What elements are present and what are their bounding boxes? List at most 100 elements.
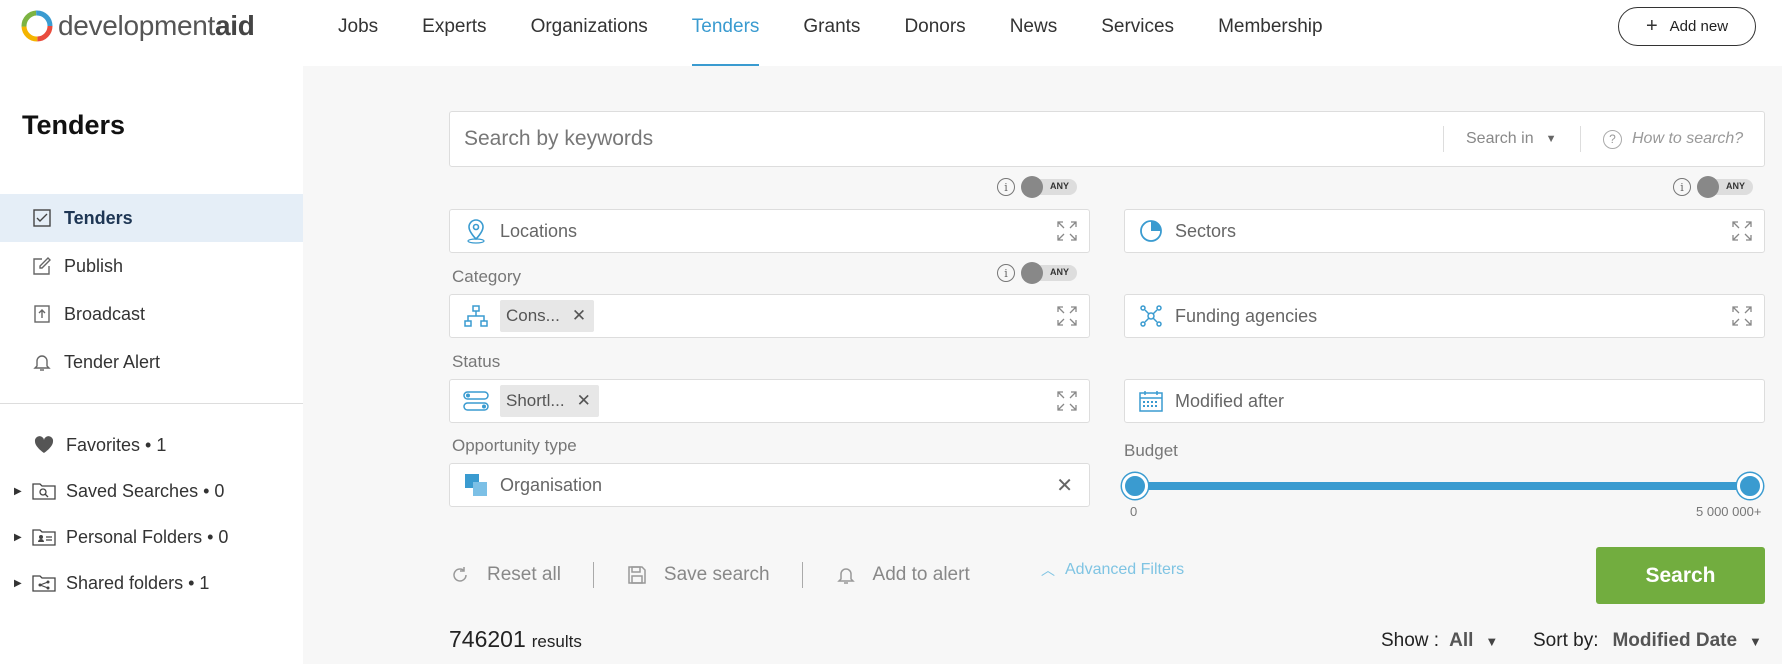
- advanced-filters-label: Advanced Filters: [1065, 561, 1185, 578]
- budget-label: Budget: [1124, 441, 1178, 460]
- show-label: Show :: [1381, 630, 1440, 651]
- nav-item-experts[interactable]: Experts: [400, 0, 508, 66]
- checklist-icon: [32, 208, 52, 228]
- bell-icon: [835, 564, 857, 586]
- budget-slider-min-handle[interactable]: [1122, 473, 1148, 499]
- expand-icon[interactable]: [1732, 221, 1752, 241]
- locations-any-toggle[interactable]: ANY: [1021, 176, 1077, 198]
- add-to-alert-button[interactable]: Add to alert: [835, 564, 970, 586]
- reset-all-button[interactable]: Reset all: [449, 564, 561, 586]
- expand-triangle-icon[interactable]: ▶: [14, 486, 22, 497]
- advanced-filters-toggle[interactable]: ︿ Advanced Filters: [1041, 560, 1184, 580]
- logo[interactable]: developmentaid: [20, 8, 255, 44]
- info-icon[interactable]: i: [997, 264, 1015, 282]
- calendar-icon: [1137, 387, 1165, 415]
- sidebar-item-publish[interactable]: Publish: [0, 242, 303, 290]
- nav-item-donors[interactable]: Donors: [882, 0, 987, 66]
- funding-agencies-field[interactable]: Funding agencies: [1124, 294, 1765, 338]
- category-label: Category: [452, 267, 521, 286]
- sidebar-item-broadcast[interactable]: Broadcast: [0, 290, 303, 338]
- share-folder-icon: [32, 574, 56, 592]
- status-label: Status: [452, 352, 501, 371]
- locations-field[interactable]: Locations: [449, 209, 1090, 253]
- sidebar-item-label: Broadcast: [64, 303, 146, 324]
- info-icon[interactable]: i: [1673, 178, 1691, 196]
- keyword-search-input[interactable]: [464, 112, 1434, 166]
- add-new-label: Add new: [1669, 18, 1729, 35]
- sidebar-item-tenders[interactable]: Tenders: [0, 194, 303, 242]
- opportunity-type-field[interactable]: Organisation ✕: [449, 463, 1090, 507]
- modified-after-placeholder: Modified after: [1175, 390, 1285, 411]
- save-search-button[interactable]: Save search: [626, 564, 770, 586]
- search-in-dropdown[interactable]: Search in ▼: [1443, 126, 1556, 152]
- budget-slider-max-handle[interactable]: [1737, 473, 1763, 499]
- expand-icon[interactable]: [1732, 306, 1752, 326]
- nav-item-services[interactable]: Services: [1079, 0, 1196, 66]
- search-button[interactable]: Search: [1596, 547, 1765, 604]
- sectors-field[interactable]: Sectors: [1124, 209, 1765, 253]
- expand-triangle-icon[interactable]: ▶: [14, 578, 22, 589]
- folder-item-label: Shared folders • 1: [66, 572, 210, 593]
- status-toggle-icon: [462, 387, 490, 415]
- funding-agencies-placeholder: Funding agencies: [1175, 305, 1318, 326]
- network-icon: [1137, 302, 1165, 330]
- folder-item-label: Favorites • 1: [66, 434, 167, 455]
- category-field[interactable]: Cons... ✕: [449, 294, 1090, 338]
- how-to-search-link[interactable]: ? How to search?: [1580, 126, 1743, 152]
- hierarchy-icon: [462, 302, 490, 330]
- nav-item-jobs[interactable]: Jobs: [316, 0, 400, 66]
- expand-triangle-icon[interactable]: ▶: [14, 532, 22, 543]
- edit-icon: [32, 256, 52, 276]
- heart-icon: [32, 436, 56, 454]
- caret-down-icon: ▼: [1545, 133, 1557, 145]
- location-pin-icon: [462, 217, 490, 245]
- category-any-toggle[interactable]: ANY: [1021, 262, 1077, 284]
- sectors-any-toggle[interactable]: ANY: [1697, 176, 1753, 198]
- toggle-label: ANY: [1725, 181, 1745, 191]
- sidebar-item-label: Tender Alert: [64, 351, 161, 372]
- modified-after-field[interactable]: Modified after: [1124, 379, 1765, 423]
- folder-item[interactable]: ▶ Shared folders • 1: [0, 560, 303, 606]
- remove-chip-icon[interactable]: ✕: [572, 306, 586, 326]
- info-icon[interactable]: i: [997, 178, 1015, 196]
- folder-item[interactable]: Favorites • 1: [0, 422, 303, 468]
- sidebar-divider: [0, 403, 303, 404]
- nav-item-news[interactable]: News: [988, 0, 1080, 66]
- action-separator: [592, 562, 594, 588]
- status-field[interactable]: Shortl... ✕: [449, 379, 1090, 423]
- sidebar-folders: Favorites • 1 ▶ Saved Searches • 0 ▶ Persona…: [0, 422, 303, 606]
- clear-icon[interactable]: ✕: [1056, 473, 1073, 498]
- sort-dropdown[interactable]: Modified Date: [1612, 630, 1737, 652]
- sidebar-item-label: Tenders: [64, 207, 133, 228]
- status-chip: Shortl... ✕: [500, 385, 599, 417]
- caret-down-icon[interactable]: ▼: [1485, 634, 1498, 649]
- show-dropdown[interactable]: All: [1449, 630, 1473, 652]
- chevron-up-icon: ︿: [1041, 562, 1055, 578]
- expand-icon[interactable]: [1057, 391, 1077, 411]
- how-to-search-label: How to search?: [1632, 130, 1744, 147]
- add-to-alert-label: Add to alert: [872, 564, 970, 585]
- results-suffix: results: [531, 632, 582, 651]
- nav-item-grants[interactable]: Grants: [781, 0, 882, 66]
- sidebar-menu: Tenders Publish Broadcast Tender Alert: [0, 194, 303, 386]
- show-filter: Show : All ▼: [1381, 630, 1498, 652]
- folder-item[interactable]: ▶ Personal Folders • 0: [0, 514, 303, 560]
- nav-item-tenders[interactable]: Tenders: [670, 0, 782, 66]
- expand-icon[interactable]: [1057, 306, 1077, 326]
- sidebar-item-tender-alert[interactable]: Tender Alert: [0, 338, 303, 386]
- add-new-button[interactable]: + Add new: [1618, 7, 1756, 46]
- budget-slider-track[interactable]: [1135, 482, 1750, 490]
- folder-item[interactable]: ▶ Saved Searches • 0: [0, 468, 303, 514]
- category-any-toggle-group: i ANY: [997, 262, 1077, 284]
- folder-item-label: Personal Folders • 0: [66, 526, 229, 547]
- action-separator: [801, 562, 803, 588]
- expand-icon[interactable]: [1057, 221, 1077, 241]
- caret-down-icon[interactable]: ▼: [1749, 634, 1762, 649]
- brand-name: developmentaid: [58, 10, 255, 41]
- nav-item-organizations[interactable]: Organizations: [509, 0, 670, 66]
- filter-actions: Reset all Save search Add to alert: [449, 560, 970, 590]
- sort-by: Sort by: Modified Date ▼: [1533, 630, 1762, 652]
- remove-chip-icon[interactable]: ✕: [577, 391, 591, 411]
- person-folder-icon: [32, 528, 56, 546]
- nav-item-membership[interactable]: Membership: [1196, 0, 1345, 66]
